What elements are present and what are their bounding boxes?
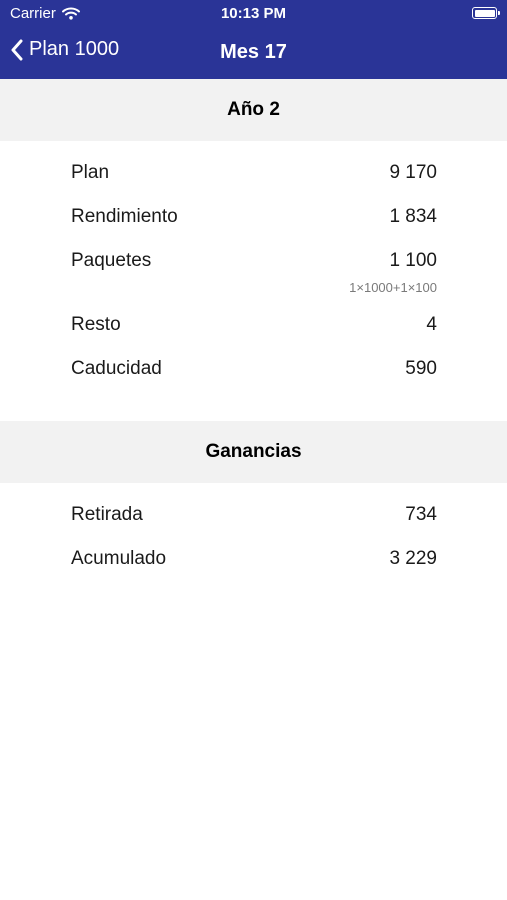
row-value: 3 229 [389, 548, 437, 569]
row-label: Retirada [71, 504, 143, 525]
package-breakdown: 1×1000+1×100 [349, 280, 437, 295]
row-value: 590 [405, 358, 437, 379]
list-item-rendimiento: Rendimiento 1 834 [71, 202, 437, 232]
row-label: Caducidad [71, 358, 162, 379]
list-item-caducidad: Caducidad 590 [71, 354, 437, 384]
row-value: 734 [405, 504, 437, 525]
row-value: 4 [426, 314, 437, 335]
list-item-resto: Resto 4 [71, 310, 437, 340]
page-title: Mes 17 [220, 41, 287, 63]
section-header-year: Año 2 [0, 79, 507, 141]
status-bar: Carrier 10:13 PM [0, 0, 507, 28]
row-label: Plan [71, 162, 110, 183]
list-item-retirada: Retirada 734 [71, 500, 437, 530]
row-label: Resto [71, 314, 121, 335]
row-label: Rendimiento [71, 206, 178, 227]
list-item-paquetes: Paquetes 1 100 [71, 246, 437, 276]
row-value: 1 834 [389, 206, 437, 227]
top-bar: Carrier 10:13 PM Plan 1000 Mes 17 [0, 0, 507, 79]
list-item-acumulado: Acumulado 3 229 [71, 544, 437, 574]
list-item-plan: Plan 9 170 [71, 158, 437, 188]
row-label: Paquetes [71, 250, 152, 271]
navigation-bar: Plan 1000 Mes 17 [0, 28, 507, 79]
section-header-ganancias: Ganancias [0, 421, 507, 483]
status-time: 10:13 PM [220, 5, 287, 22]
row-value: 1 100 [389, 250, 437, 271]
row-label: Acumulado [71, 548, 167, 569]
row-value: 9 170 [389, 162, 437, 183]
battery-icon [472, 7, 500, 19]
